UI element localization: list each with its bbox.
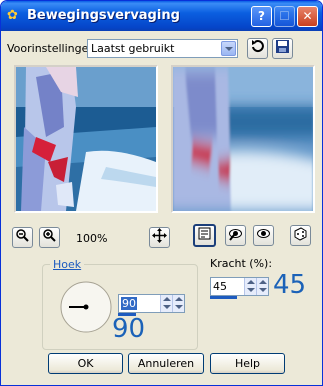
maximize-button: ☐	[274, 6, 295, 27]
zoom-level: 100%	[76, 232, 108, 245]
help-title-button[interactable]: ?	[251, 6, 272, 27]
auto-proof-icon[interactable]	[253, 225, 274, 246]
angle-dropdown-icon[interactable]	[160, 295, 172, 312]
ok-button[interactable]: OK	[48, 353, 123, 374]
proof-icon[interactable]	[225, 225, 246, 246]
save-icon[interactable]	[272, 38, 293, 59]
angle-value: 90	[121, 297, 137, 310]
result-preview-image	[173, 67, 313, 211]
strength-spinner-icon[interactable]	[256, 278, 268, 295]
angle-input[interactable]: 90	[118, 294, 185, 313]
strength-label: Kracht (%):	[210, 257, 273, 270]
strength-slider-bar[interactable]	[210, 296, 237, 299]
angle-spinner-icon[interactable]	[172, 295, 184, 312]
strength-dropdown-icon[interactable]	[244, 278, 256, 295]
paintshop-icon: ✿	[7, 8, 18, 23]
window-title: Bewegingsvervaging	[27, 8, 180, 23]
presets-value: Laatst gebruikt	[91, 42, 175, 55]
title-bar[interactable]: ✿ Bewegingsvervaging ? ☐ ✕	[1, 1, 322, 31]
strength-overlay-number: 45	[273, 270, 307, 300]
strength-value: 45	[213, 280, 227, 293]
cancel-button[interactable]: Annuleren	[128, 353, 204, 374]
preview-toggle-icon[interactable]	[193, 224, 216, 247]
help-button[interactable]: Help	[210, 353, 285, 374]
reset-icon[interactable]	[247, 38, 268, 59]
strength-input[interactable]: 45	[210, 277, 269, 296]
zoom-in-icon[interactable]	[39, 227, 60, 248]
presets-dropdown[interactable]: Laatst gebruikt	[87, 39, 238, 58]
dialog-window: ✿ Bewegingsvervaging ? ☐ ✕ Voorinstellin…	[0, 0, 323, 386]
angle-group-label: Hoek	[50, 258, 85, 271]
result-preview	[171, 65, 315, 213]
chevron-down-icon[interactable]	[221, 41, 236, 56]
angle-dial[interactable]	[59, 280, 113, 334]
zoom-out-icon[interactable]	[12, 227, 33, 248]
original-preview	[14, 65, 158, 213]
presets-label: Voorinstellingen:	[7, 42, 100, 55]
move-pan-icon[interactable]	[149, 227, 170, 248]
original-preview-image	[16, 67, 156, 211]
randomize-dice-icon[interactable]	[290, 225, 311, 246]
angle-overlay-number: 90	[112, 314, 146, 344]
close-button[interactable]: ✕	[297, 6, 318, 27]
